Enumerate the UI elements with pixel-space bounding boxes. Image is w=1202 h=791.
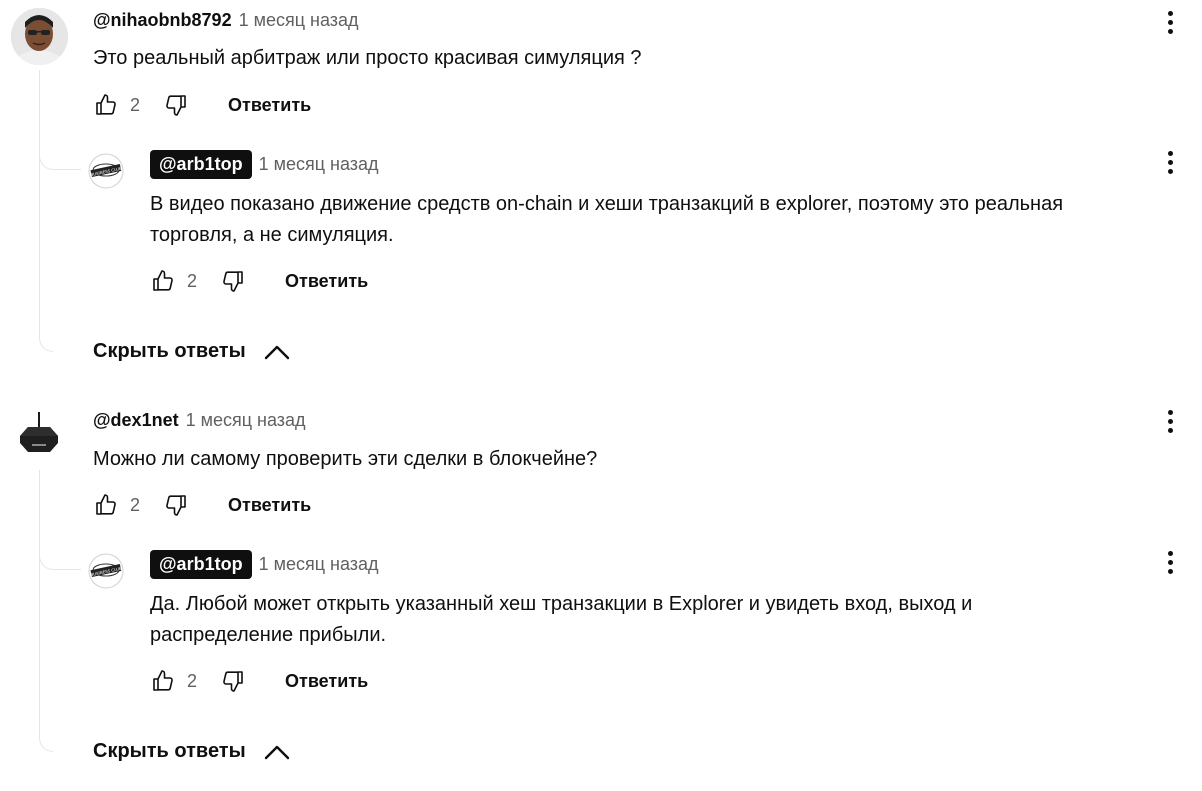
- reply-actions: 2 Ответить: [149, 666, 368, 696]
- thread-line: [39, 470, 53, 752]
- comment-author[interactable]: @nihaobnb8792: [93, 10, 232, 31]
- comment-header: @nihaobnb8792 1 месяц назад: [93, 10, 359, 31]
- comment-actions: 2 Ответить: [92, 90, 311, 120]
- reply-actions: 2 Ответить: [149, 266, 368, 296]
- thumb-down-icon[interactable]: [162, 91, 190, 119]
- hide-replies-button[interactable]: Скрыть ответы: [93, 740, 290, 763]
- comment-timestamp[interactable]: 1 месяц назад: [239, 10, 359, 31]
- comment-author[interactable]: @dex1net: [93, 410, 179, 431]
- thumb-down-icon[interactable]: [219, 267, 247, 295]
- reply-button[interactable]: Ответить: [228, 95, 311, 116]
- reply-connector: [39, 128, 81, 170]
- avatar[interactable]: BUSINESS CLUB: [88, 553, 124, 589]
- thumb-up-icon[interactable]: [149, 667, 177, 695]
- reply-button[interactable]: Ответить: [228, 495, 311, 516]
- reply-button[interactable]: Ответить: [285, 671, 368, 692]
- like-count: 2: [130, 494, 141, 515]
- hide-replies-button[interactable]: Скрыть ответы: [93, 340, 290, 363]
- channel-owner-badge[interactable]: @arb1top: [150, 150, 252, 179]
- thumb-up-icon[interactable]: [149, 267, 177, 295]
- avatar[interactable]: BUSINESS CLUB: [88, 153, 124, 189]
- comment-header: @dex1net 1 месяц назад: [93, 410, 306, 431]
- reply-header: @arb1top 1 месяц назад: [150, 550, 379, 579]
- comment-timestamp[interactable]: 1 месяц назад: [186, 410, 306, 431]
- thumb-up-icon[interactable]: [92, 91, 120, 119]
- reply-header: @arb1top 1 месяц назад: [150, 150, 379, 179]
- thumb-down-icon[interactable]: [162, 491, 190, 519]
- comment-actions: 2 Ответить: [92, 490, 311, 520]
- reply-text-line-1: В видео показано движение средств on-cha…: [150, 193, 1064, 215]
- chevron-up-icon: [264, 745, 289, 759]
- like-count: 2: [130, 94, 141, 115]
- thumb-up-icon[interactable]: [92, 491, 120, 519]
- reply-text-line-2: торговля, а не симуляция.: [150, 224, 394, 246]
- reply-text-line-1: Да. Любой может открыть указанный хеш тр…: [150, 593, 973, 615]
- reply-timestamp[interactable]: 1 месяц назад: [259, 154, 379, 175]
- reply-text-line-2: распределение прибыли.: [150, 624, 387, 646]
- reply-connector: [39, 528, 81, 570]
- comment-text: Это реальный арбитраж или просто красива…: [93, 47, 642, 69]
- chevron-up-icon: [264, 345, 289, 359]
- like-count: 2: [187, 270, 198, 291]
- comment-text: Можно ли самому проверить эти сделки в б…: [93, 448, 598, 470]
- thread-line: [39, 70, 53, 352]
- hide-replies-label: Скрыть ответы: [93, 340, 246, 362]
- like-count: 2: [187, 670, 198, 691]
- thumb-down-icon[interactable]: [219, 667, 247, 695]
- avatar[interactable]: [14, 410, 64, 460]
- hide-replies-label: Скрыть ответы: [93, 740, 246, 762]
- more-vert-icon[interactable]: [1158, 547, 1182, 577]
- more-vert-icon[interactable]: [1158, 406, 1182, 436]
- reply-timestamp[interactable]: 1 месяц назад: [259, 554, 379, 575]
- more-vert-icon[interactable]: [1158, 7, 1182, 37]
- more-vert-icon[interactable]: [1158, 147, 1182, 177]
- reply-button[interactable]: Ответить: [285, 271, 368, 292]
- avatar[interactable]: [11, 8, 68, 65]
- channel-owner-badge[interactable]: @arb1top: [150, 550, 252, 579]
